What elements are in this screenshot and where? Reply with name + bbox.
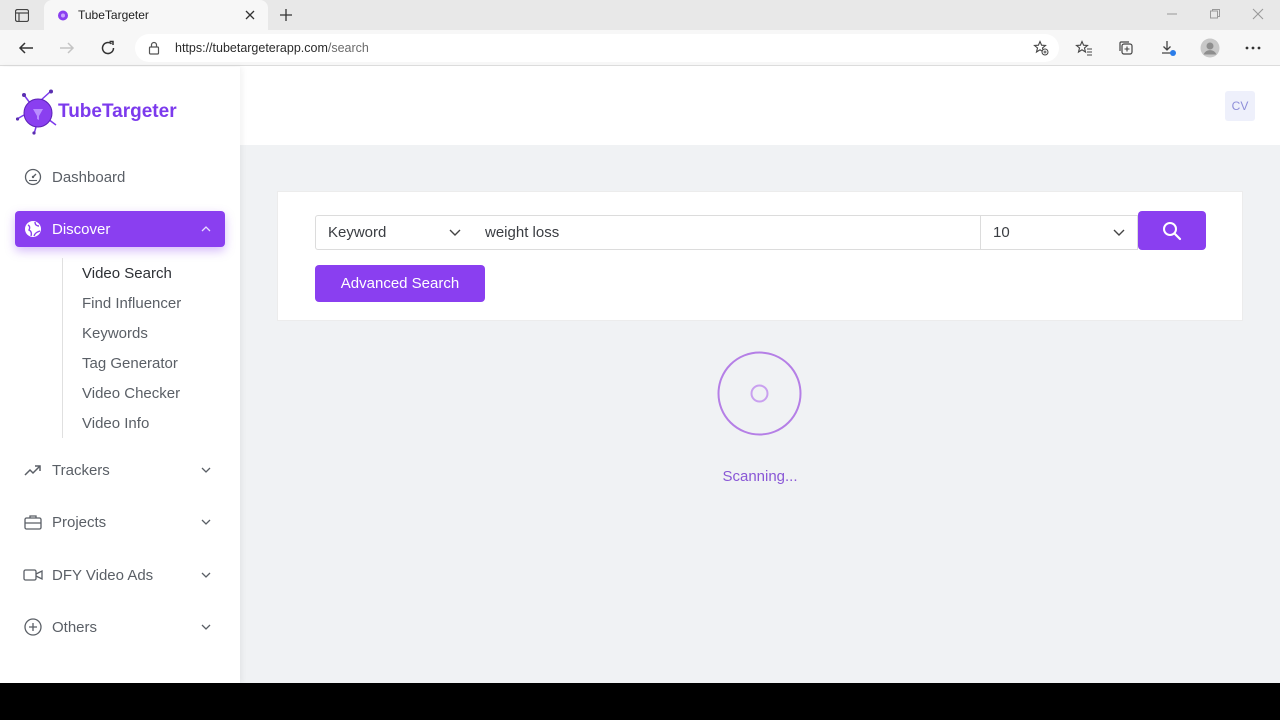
- result-count-value: 10: [993, 224, 1010, 241]
- subnav-video-search[interactable]: Video Search: [63, 258, 222, 288]
- back-icon[interactable]: [16, 38, 36, 58]
- more-options-icon[interactable]: [1243, 38, 1263, 58]
- nav-projects-label: Projects: [52, 513, 107, 531]
- subnav-video-checker[interactable]: Video Checker: [63, 378, 222, 408]
- nav-dashboard[interactable]: Dashboard: [15, 159, 225, 195]
- nav-dashboard-label: Dashboard: [52, 168, 126, 186]
- favorites-icon[interactable]: [1074, 38, 1094, 58]
- top-header: CV: [240, 67, 1280, 145]
- browser-toolbar: https://tubetargeterapp.com/search: [0, 30, 1280, 66]
- tab-close-icon[interactable]: [242, 7, 258, 23]
- search-icon: [1163, 221, 1182, 240]
- search-button[interactable]: [1138, 211, 1206, 250]
- browser-tab[interactable]: TubeTargeter: [44, 0, 268, 30]
- nav-discover[interactable]: Discover: [15, 211, 225, 247]
- url-text: https://tubetargeterapp.com/search: [175, 41, 369, 55]
- search-type-select[interactable]: Keyword: [315, 215, 474, 250]
- profile-icon[interactable]: [1200, 38, 1220, 58]
- nav-trackers-label: Trackers: [52, 461, 110, 479]
- briefcase-icon: [23, 512, 43, 532]
- refresh-icon[interactable]: [98, 38, 118, 58]
- downloads-icon[interactable]: [1158, 38, 1178, 58]
- nav-others[interactable]: Others: [15, 609, 225, 645]
- chevron-down-icon: [199, 515, 213, 529]
- address-bar[interactable]: https://tubetargeterapp.com/search: [135, 34, 1059, 62]
- chevron-down-icon: [199, 620, 213, 634]
- search-input[interactable]: [473, 215, 981, 250]
- subnav-find-influencer[interactable]: Find Influencer: [63, 288, 222, 318]
- result-count-select[interactable]: 10: [980, 215, 1138, 250]
- chevron-down-icon: [449, 229, 461, 236]
- globe-icon: [23, 219, 43, 239]
- trending-up-icon: [23, 460, 43, 480]
- restore-icon[interactable]: [1207, 6, 1223, 22]
- nav-dfy-video-ads[interactable]: DFY Video Ads: [15, 557, 225, 593]
- tab-strip: TubeTargeter: [0, 0, 1280, 30]
- forward-icon[interactable]: [57, 38, 77, 58]
- nav-discover-label: Discover: [52, 220, 111, 238]
- chevron-down-icon: [199, 568, 213, 582]
- browser-window: TubeTargeter https://tubetargeterapp.com…: [0, 0, 1280, 683]
- loading-spinner-icon: [717, 351, 802, 436]
- user-avatar[interactable]: CV: [1225, 91, 1255, 121]
- sidebar: TubeTargeter Dashboard Discover Video Se…: [0, 67, 240, 683]
- search-card: Keyword 10 Advanced Search: [277, 191, 1243, 321]
- new-tab-icon[interactable]: [276, 5, 296, 25]
- subnav-video-info[interactable]: Video Info: [63, 408, 222, 438]
- nav-trackers[interactable]: Trackers: [15, 452, 225, 488]
- tubetargeter-favicon-icon: [58, 10, 68, 21]
- add-favorite-icon[interactable]: [1033, 40, 1049, 56]
- logo-text: TubeTargeter: [58, 101, 177, 122]
- nav-projects[interactable]: Projects: [15, 504, 225, 540]
- discover-submenu: Video Search Find Influencer Keywords Ta…: [62, 258, 222, 438]
- tab-actions-icon[interactable]: [12, 6, 32, 24]
- subnav-keywords[interactable]: Keywords: [63, 318, 222, 348]
- chevron-down-icon: [1113, 229, 1125, 236]
- close-window-icon[interactable]: [1250, 6, 1266, 22]
- scanning-status: Scanning...: [722, 468, 798, 485]
- advanced-search-button[interactable]: Advanced Search: [315, 265, 485, 302]
- app-root: CV TubeTargeter Dashboard Discover Video…: [0, 67, 1280, 683]
- chevron-down-icon: [199, 463, 213, 477]
- lock-icon: [148, 41, 160, 55]
- tubetargeter-logo-icon: [16, 89, 57, 135]
- search-type-value: Keyword: [328, 224, 387, 241]
- nav-dfy-video-ads-label: DFY Video Ads: [52, 566, 154, 584]
- nav-others-label: Others: [52, 618, 98, 636]
- collections-icon[interactable]: [1116, 38, 1136, 58]
- plus-circle-icon: [23, 617, 43, 637]
- app-logo[interactable]: TubeTargeter: [16, 89, 177, 135]
- minimize-icon[interactable]: [1164, 6, 1180, 22]
- dashboard-gauge-icon: [23, 167, 43, 187]
- tab-title: TubeTargeter: [78, 8, 149, 22]
- subnav-tag-generator[interactable]: Tag Generator: [63, 348, 222, 378]
- video-camera-icon: [23, 565, 43, 585]
- chevron-up-icon: [199, 222, 213, 236]
